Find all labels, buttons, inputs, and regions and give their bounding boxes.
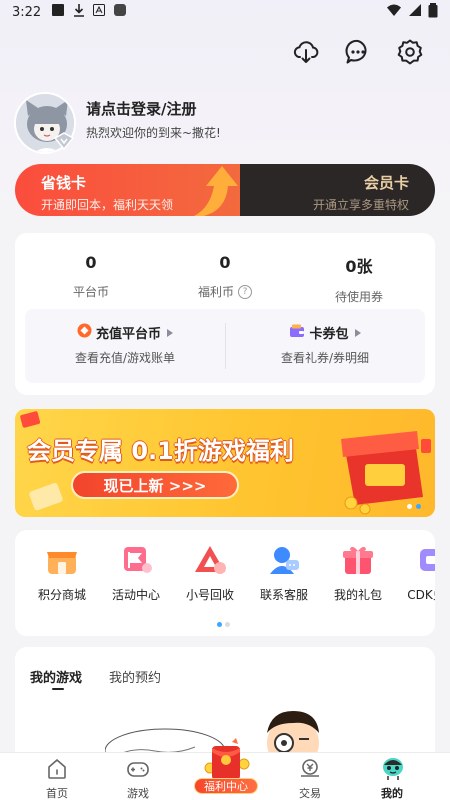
service-label: 我的礼包 xyxy=(333,588,382,602)
wallet-panel: 充值平台币 查看充值/游戏账单 卡券包 查看礼券/券明细 xyxy=(25,309,425,383)
nav-welfare-center[interactable]: 福利中心 xyxy=(194,738,258,796)
coupon-wallet-entry[interactable]: 卡券包 查看礼券/券明细 xyxy=(225,323,425,366)
nav-label: 首页 xyxy=(46,787,68,800)
saving-card[interactable]: 省钱卡 开通即回本，福利天天领 xyxy=(15,164,240,216)
coupon-label: 待使用券 xyxy=(334,290,383,304)
promo-button[interactable]: 现已上新 >>> xyxy=(71,471,239,499)
arrow-up-icon xyxy=(190,164,240,216)
welfare-coin-value: 0 xyxy=(219,253,231,272)
wallet-icon xyxy=(289,324,305,342)
carousel-dot xyxy=(407,504,412,509)
profile-mascot-icon xyxy=(380,757,404,781)
carousel-dot-active xyxy=(416,504,421,509)
home-icon xyxy=(45,757,69,781)
app-icon xyxy=(113,3,127,21)
battery-icon xyxy=(428,2,438,22)
member-card-subtitle: 开通立享多重特权 xyxy=(312,198,409,212)
nav-label: 游戏 xyxy=(127,787,149,800)
nav-trade[interactable]: 交易 xyxy=(270,757,350,800)
tab-my-reservations[interactable]: 我的预约 xyxy=(109,667,161,686)
nav-mine[interactable]: 我的 xyxy=(352,757,432,800)
tab-indicator xyxy=(52,688,64,690)
status-bar: 3:22 xyxy=(0,0,450,24)
member-card[interactable]: 会员卡 开通立享多重特权 xyxy=(240,164,435,216)
service-label: 小号回收 xyxy=(185,588,234,602)
cloud-download-icon[interactable] xyxy=(292,38,320,66)
platform-coin-value: 0 xyxy=(85,253,97,272)
settings-gear-icon[interactable] xyxy=(396,38,424,66)
assets-card: 0 平台币 0 福利币? 0张 待使用券 充值平台币 查看充值/游戏账单 卡券包… xyxy=(15,233,435,395)
recharge-coin-icon xyxy=(77,323,92,342)
notification-icon xyxy=(51,3,65,21)
gift-icon xyxy=(340,542,376,578)
chevron-right-icon xyxy=(167,328,173,337)
wifi-icon xyxy=(386,3,402,21)
font-icon xyxy=(93,4,106,20)
vip-badge-icon xyxy=(53,132,75,154)
promo-title: 会员专属 0.1折游戏福利 xyxy=(27,437,294,465)
welfare-coin-stat[interactable]: 0 福利币? xyxy=(165,253,285,300)
service-cdk-exchange[interactable]: CDK兑换 xyxy=(395,542,435,603)
status-time: 3:22 xyxy=(12,4,42,20)
trade-icon xyxy=(298,757,322,781)
coupon-stat[interactable]: 0张 待使用券 xyxy=(299,253,419,305)
service-account-recycle[interactable]: 小号回收 xyxy=(173,542,247,603)
platform-coin-label: 平台币 xyxy=(72,285,109,299)
platform-coin-stat[interactable]: 0 平台币 xyxy=(31,253,151,300)
carousel-indicator xyxy=(407,504,421,509)
nav-label: 交易 xyxy=(299,787,321,800)
service-label: 活动中心 xyxy=(111,588,160,602)
login-prompt[interactable]: 请点击登录/注册 xyxy=(86,98,196,119)
chevron-right-icon xyxy=(354,328,361,337)
coupon-value: 0张 xyxy=(345,257,373,276)
recharge-subtitle: 查看充值/游戏账单 xyxy=(74,351,176,365)
gamepad-icon xyxy=(126,757,150,781)
membership-banner[interactable]: 省钱卡 开通即回本，福利天天领 会员卡 开通立享多重特权 xyxy=(15,164,435,216)
coupon-wallet-subtitle: 查看礼券/券明细 xyxy=(280,351,370,365)
promo-banner[interactable]: 会员专属 0.1折游戏福利 现已上新 >>> xyxy=(15,409,435,517)
top-actions xyxy=(292,38,424,66)
nav-games[interactable]: 游戏 xyxy=(98,757,178,800)
shop-icon xyxy=(44,542,80,578)
message-icon[interactable] xyxy=(344,38,372,66)
member-card-title: 会员卡 xyxy=(363,174,409,192)
service-label: CDK兑换 xyxy=(407,588,435,602)
service-customer-support[interactable]: 联系客服 xyxy=(247,542,321,603)
welfare-coin-label: 福利币 xyxy=(197,285,234,299)
tab-my-games[interactable]: 我的游戏 xyxy=(30,667,82,686)
welfare-center-label: 福利中心 xyxy=(194,778,258,794)
cdk-icon xyxy=(414,542,435,578)
services-pager xyxy=(217,622,230,627)
recharge-title: 充值平台币 xyxy=(95,327,161,342)
customer-service-icon xyxy=(266,542,302,578)
pager-dot xyxy=(225,622,230,627)
download-icon xyxy=(73,3,85,21)
coupon-wallet-title: 卡券包 xyxy=(309,327,349,342)
recycle-icon xyxy=(192,542,228,578)
services-card: 积分商城 活动中心 小号回收 联系客服 我的礼包 CDK兑换 xyxy=(15,530,435,636)
service-label: 联系客服 xyxy=(259,588,308,602)
nav-home[interactable]: 首页 xyxy=(17,757,97,800)
pager-dot-active xyxy=(217,622,222,627)
welcome-text: 热烈欢迎你的到来~撒花! xyxy=(86,126,221,140)
recharge-entry[interactable]: 充值平台币 查看充值/游戏账单 xyxy=(25,323,225,366)
flag-icon xyxy=(118,542,154,578)
signal-icon xyxy=(408,3,422,21)
nav-label: 我的 xyxy=(381,787,403,800)
service-activity-center[interactable]: 活动中心 xyxy=(99,542,173,603)
help-icon[interactable]: ? xyxy=(238,284,252,299)
service-points-mall[interactable]: 积分商城 xyxy=(25,542,99,603)
service-label: 积分商城 xyxy=(37,588,86,602)
service-my-gifts[interactable]: 我的礼包 xyxy=(321,542,395,603)
